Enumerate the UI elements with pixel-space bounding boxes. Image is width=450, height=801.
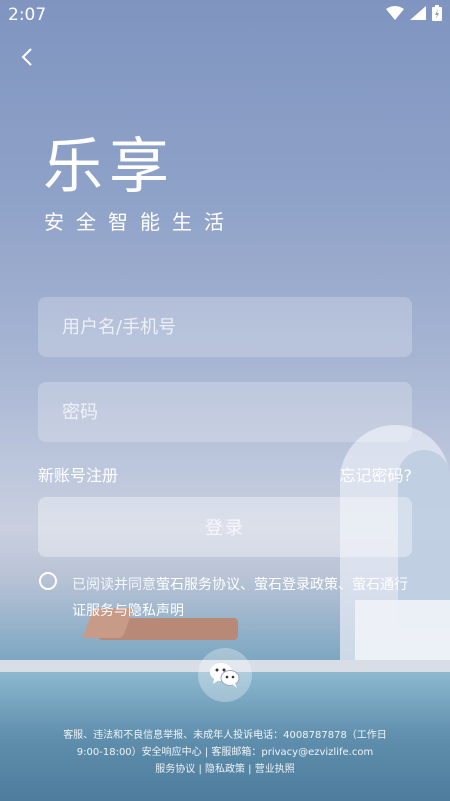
privacy-policy-link[interactable]: 隐私政策 xyxy=(205,764,245,775)
brand-slogan: 安全智能生活 xyxy=(44,210,236,234)
status-time: 2:07 xyxy=(8,5,47,25)
signal-icon xyxy=(410,6,426,20)
footer-links: 服务协议 | 隐私政策 | 营业执照 xyxy=(155,764,295,775)
username-input[interactable] xyxy=(38,297,412,357)
footer-line-2: 9:00-18:00）安全响应中心 | 客服邮箱：privacy@ezvizli… xyxy=(76,747,374,758)
status-icons xyxy=(386,5,442,21)
footer: 客服、违法和不良信息举报、未成年人投诉电话：4008787878（工作日 9:0… xyxy=(0,727,450,778)
agreement-prefix: 已阅读并同意 xyxy=(72,577,156,593)
register-link[interactable]: 新账号注册 xyxy=(38,462,118,486)
wifi-icon xyxy=(386,6,404,20)
back-button[interactable] xyxy=(14,44,40,70)
forgot-password-link[interactable]: 忘记密码? xyxy=(340,462,413,486)
brand-title: 乐享 xyxy=(43,132,175,202)
business-license-link[interactable]: 营业执照 xyxy=(255,764,295,775)
agreement-checkbox[interactable] xyxy=(39,572,57,590)
wechat-icon xyxy=(210,663,240,688)
chevron-left-icon xyxy=(21,48,32,66)
wechat-login-button[interactable] xyxy=(198,648,252,702)
status-bar: 2:07 xyxy=(0,0,450,30)
battery-icon xyxy=(432,5,442,21)
password-input[interactable] xyxy=(38,382,412,442)
login-button[interactable]: 登录 xyxy=(38,497,412,557)
service-agreement-link[interactable]: 服务协议 xyxy=(155,764,195,775)
footer-line-1: 客服、违法和不良信息举报、未成年人投诉电话：4008787878（工作日 xyxy=(63,730,387,741)
agreement-text: 已阅读并同意萤石服务协议、萤石登录政策、萤石通行证服务与隐私声明 xyxy=(72,572,412,624)
